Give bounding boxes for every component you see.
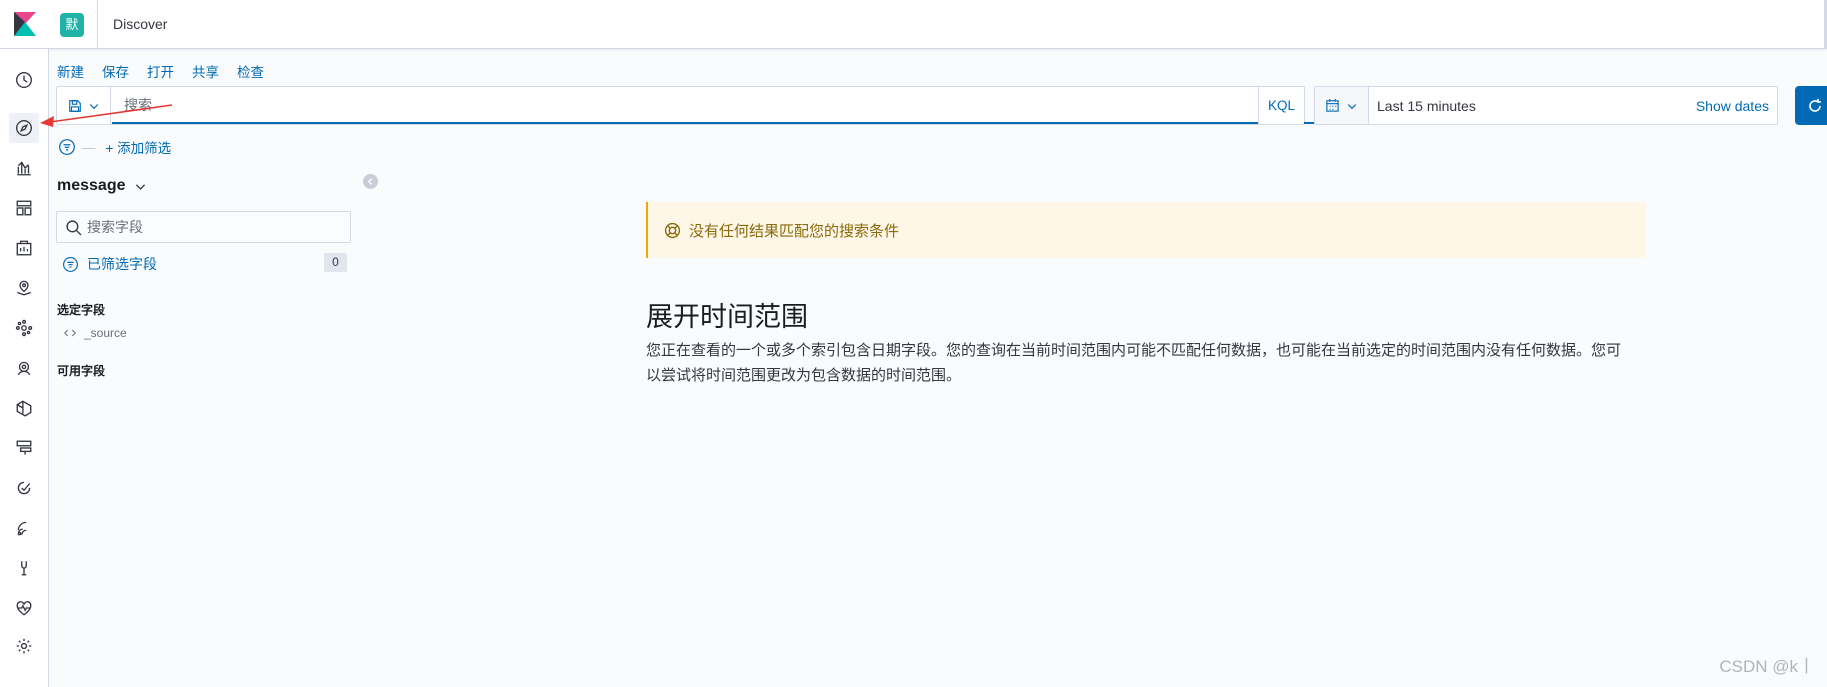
expand-time-range-title: 展开时间范围 — [646, 302, 808, 332]
dashboard-icon[interactable] — [9, 193, 39, 223]
search-input[interactable] — [112, 87, 1317, 124]
maps-icon[interactable] — [9, 273, 39, 303]
chevron-down-icon — [1347, 103, 1357, 109]
no-results-callout: 没有任何结果匹配您的搜索条件 — [646, 202, 1645, 258]
field-search-box — [56, 211, 351, 243]
side-nav — [0, 49, 49, 687]
kibana-logo[interactable] — [14, 12, 36, 36]
collapse-sidebar-button[interactable] — [363, 174, 378, 189]
field-item-source[interactable]: _source — [64, 326, 127, 340]
menu-open[interactable]: 打开 — [147, 61, 174, 81]
filtered-fields-toggle[interactable]: 已筛选字段 — [62, 254, 157, 274]
kql-button[interactable]: KQL — [1258, 87, 1304, 124]
help-icon — [664, 222, 681, 238]
index-pattern-name: message — [57, 177, 126, 194]
index-pattern-selector[interactable]: message — [57, 177, 147, 195]
show-dates-button[interactable]: Show dates — [1696, 98, 1769, 114]
code-icon — [64, 329, 76, 337]
time-picker: Last 15 minutes Show dates — [1314, 86, 1778, 125]
field-name: _source — [84, 326, 127, 340]
clock-icon[interactable] — [9, 65, 39, 95]
visualize-icon[interactable] — [9, 153, 39, 183]
available-fields-title: 可用字段 — [57, 364, 106, 378]
refresh-icon — [1809, 98, 1821, 112]
filter-icon[interactable] — [58, 138, 76, 156]
field-search-input[interactable] — [87, 212, 347, 242]
add-filter-button[interactable]: + 添加筛选 — [106, 137, 172, 157]
filter-row: — + 添加筛选 — [58, 137, 171, 157]
monitoring-icon[interactable] — [9, 593, 39, 623]
calendar-icon — [1326, 98, 1339, 112]
filter-separator: — — [82, 139, 96, 155]
top-header: 默 Discover — [0, 0, 1827, 49]
compass-icon[interactable] — [9, 113, 39, 143]
dev-tools-icon[interactable] — [9, 553, 39, 583]
logs-icon[interactable] — [9, 393, 39, 423]
canvas-icon[interactable] — [9, 233, 39, 263]
saved-query-button[interactable] — [57, 87, 111, 124]
filtered-fields-count: 0 — [324, 253, 347, 272]
watermark: CSDN @k丨 — [1719, 657, 1815, 676]
siem-icon[interactable] — [9, 513, 39, 543]
space-avatar[interactable]: 默 — [60, 13, 84, 37]
query-bar: KQL — [56, 86, 1317, 125]
refresh-button[interactable] — [1795, 86, 1827, 125]
save-icon — [68, 99, 81, 112]
uptime-icon[interactable] — [9, 473, 39, 503]
arrow-left-icon — [367, 178, 373, 185]
ml-icon[interactable] — [9, 313, 39, 343]
filtered-fields-label: 已筛选字段 — [87, 256, 157, 272]
breadcrumb: Discover — [113, 16, 168, 32]
menu-inspect[interactable]: 检查 — [237, 61, 264, 81]
callout-text: 没有任何结果匹配您的搜索条件 — [689, 222, 900, 240]
expand-time-range-description: 您正在查看的一个或多个索引包含日期字段。您的查询在当前时间范围内可能不匹配任何数… — [646, 342, 1622, 384]
header-divider — [97, 0, 98, 49]
management-icon[interactable] — [9, 631, 39, 661]
apm-icon[interactable] — [9, 433, 39, 463]
chevron-down-icon — [89, 103, 98, 109]
search-icon — [66, 220, 82, 236]
filter-icon — [63, 256, 78, 272]
infrastructure-icon[interactable] — [9, 353, 39, 383]
chevron-down-icon — [135, 183, 145, 190]
selected-fields-title: 选定字段 — [57, 303, 106, 317]
menu-new[interactable]: 新建 — [57, 61, 84, 81]
top-menu: 新建 保存 打开 共享 检查 — [57, 61, 264, 81]
quick-menu-button[interactable] — [1315, 87, 1369, 124]
menu-save[interactable]: 保存 — [102, 61, 129, 81]
time-range[interactable]: Last 15 minutes — [1377, 98, 1476, 114]
menu-share[interactable]: 共享 — [192, 61, 219, 81]
